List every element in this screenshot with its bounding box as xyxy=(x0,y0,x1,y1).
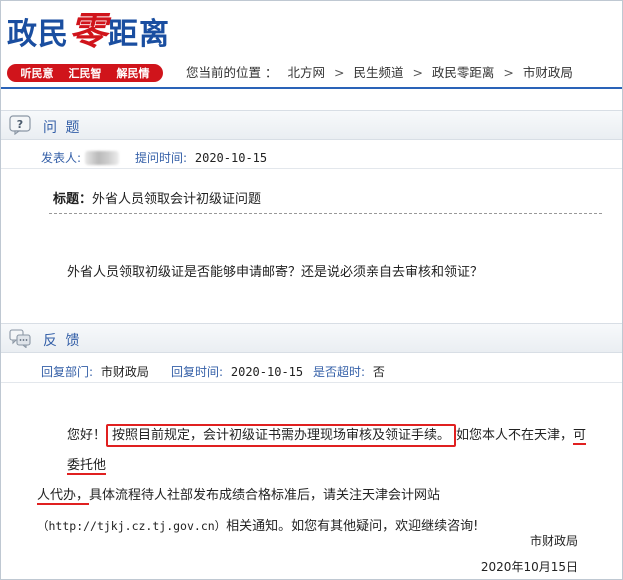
reply-dept-value: 市财政局 xyxy=(100,365,149,379)
site-header: 政民零距离 听民意 汇民智 解民情 您当前的位置 ： 北方网 > 民生频道 > … xyxy=(1,1,622,89)
feedback-paragraph: 您好！ 按照目前规定，会计初级证书需办理现场审核及领证手续。 如您本人不在天津，可委… xyxy=(31,421,591,542)
reply-dept-label: 回复部门: xyxy=(41,365,94,379)
page: 政民零距离 听民意 汇民智 解民情 您当前的位置 ： 北方网 > 民生频道 > … xyxy=(0,0,623,580)
poster-label: 发表人: xyxy=(41,151,82,165)
feedback-text-2: 具体流程待人社部发布成绩合格标准后，请关注天津会计网站 xyxy=(89,488,441,503)
reply-dept-field: 回复部门: 市财政局 xyxy=(41,363,149,380)
reply-time-value: 2020-10-15 xyxy=(230,365,304,379)
poster-field: 发表人: xyxy=(41,149,119,166)
slogan-3: 解民情 xyxy=(116,67,150,80)
overdue-label: 是否超时: xyxy=(313,365,366,379)
slogan-1: 听民意 xyxy=(20,67,54,80)
site-logo[interactable]: 政民零距离 xyxy=(7,11,170,55)
slogan-bar: 听民意 汇民智 解民情 xyxy=(7,64,163,82)
question-title-value: 外省人员领取会计初级证问题 xyxy=(92,192,262,207)
question-time-field: 提问时间: 2020-10-15 xyxy=(135,149,267,166)
reply-time-field: 回复时间: 2020-10-15 xyxy=(171,363,303,380)
question-title: 标题：外省人员领取会计初级证问题 xyxy=(53,188,261,207)
poster-name-redacted xyxy=(84,151,119,165)
logo-text-2: 距离 xyxy=(108,17,171,52)
overdue-value: 否 xyxy=(372,365,385,379)
question-section-header: ? 问 题 xyxy=(1,110,622,140)
svg-text:?: ? xyxy=(17,118,23,131)
logo-text-1: 政民 xyxy=(7,17,69,52)
feedback-body: 您好！ 按照目前规定，会计初级证书需办理现场审核及领证手续。 如您本人不在天津，可委… xyxy=(31,421,591,542)
question-title-label: 标题： xyxy=(53,192,93,207)
underlined-entrust-text-2: 人代办， xyxy=(37,488,90,505)
overdue-field: 是否超时: 否 xyxy=(313,363,385,380)
breadcrumb-item-beifang[interactable]: 北方网 xyxy=(287,65,325,80)
breadcrumb-item-zhengmin[interactable]: 政民零距离 xyxy=(432,65,495,80)
question-title-divider xyxy=(49,213,602,214)
breadcrumb-sep: > xyxy=(412,65,423,80)
question-meta-row: 发表人: 提问时间: 2020-10-15 xyxy=(1,143,622,169)
feedback-date: 2020年10月15日 xyxy=(480,560,578,574)
feedback-text-1: 如您本人不在天津， xyxy=(456,428,574,443)
breadcrumb-item-minsheng[interactable]: 民生频道 xyxy=(353,65,403,80)
feedback-signature: 市财政局 xyxy=(529,534,578,548)
question-time-value: 2020-10-15 xyxy=(194,151,268,165)
question-body: 外省人员领取初级证是否能够申请邮寄？还是说必须亲自去审核和领证？ xyxy=(67,265,484,280)
logo-text-zero: 零 xyxy=(69,8,109,53)
feedback-section-title: 反 馈 xyxy=(43,333,82,349)
question-icon: ? xyxy=(9,115,31,135)
breadcrumb: 您当前的位置 ： 北方网 > 民生频道 > 政民零距离 > 市财政局 xyxy=(186,62,573,81)
feedback-greeting: 您好！ xyxy=(67,428,107,443)
header-divider xyxy=(1,87,622,89)
breadcrumb-sep: > xyxy=(503,65,514,80)
feedback-meta-row: 回复部门: 市财政局 回复时间: 2020-10-15 是否超时: 否 xyxy=(1,357,622,383)
reply-time-label: 回复时间: xyxy=(171,365,224,379)
question-section-title: 问 题 xyxy=(43,120,82,136)
feedback-text-3: 相关通知。如您有其他疑问，欢迎继续咨询! xyxy=(226,519,479,534)
highlighted-regulation-text: 按照目前规定，会计初级证书需办理现场审核及领证手续。 xyxy=(106,424,457,447)
slogan-2: 汇民智 xyxy=(68,67,102,80)
question-time-label: 提问时间: xyxy=(135,151,188,165)
breadcrumb-sep: > xyxy=(333,65,345,80)
feedback-section-header: 反 馈 xyxy=(1,323,622,353)
chat-bubbles-icon xyxy=(9,329,31,348)
tianjin-accounting-url[interactable]: （http://tjkj.cz.tj.gov.cn） xyxy=(37,519,226,533)
location-label: 您当前的位置 ： xyxy=(186,65,278,80)
breadcrumb-item-caizheng[interactable]: 市财政局 xyxy=(523,65,573,80)
